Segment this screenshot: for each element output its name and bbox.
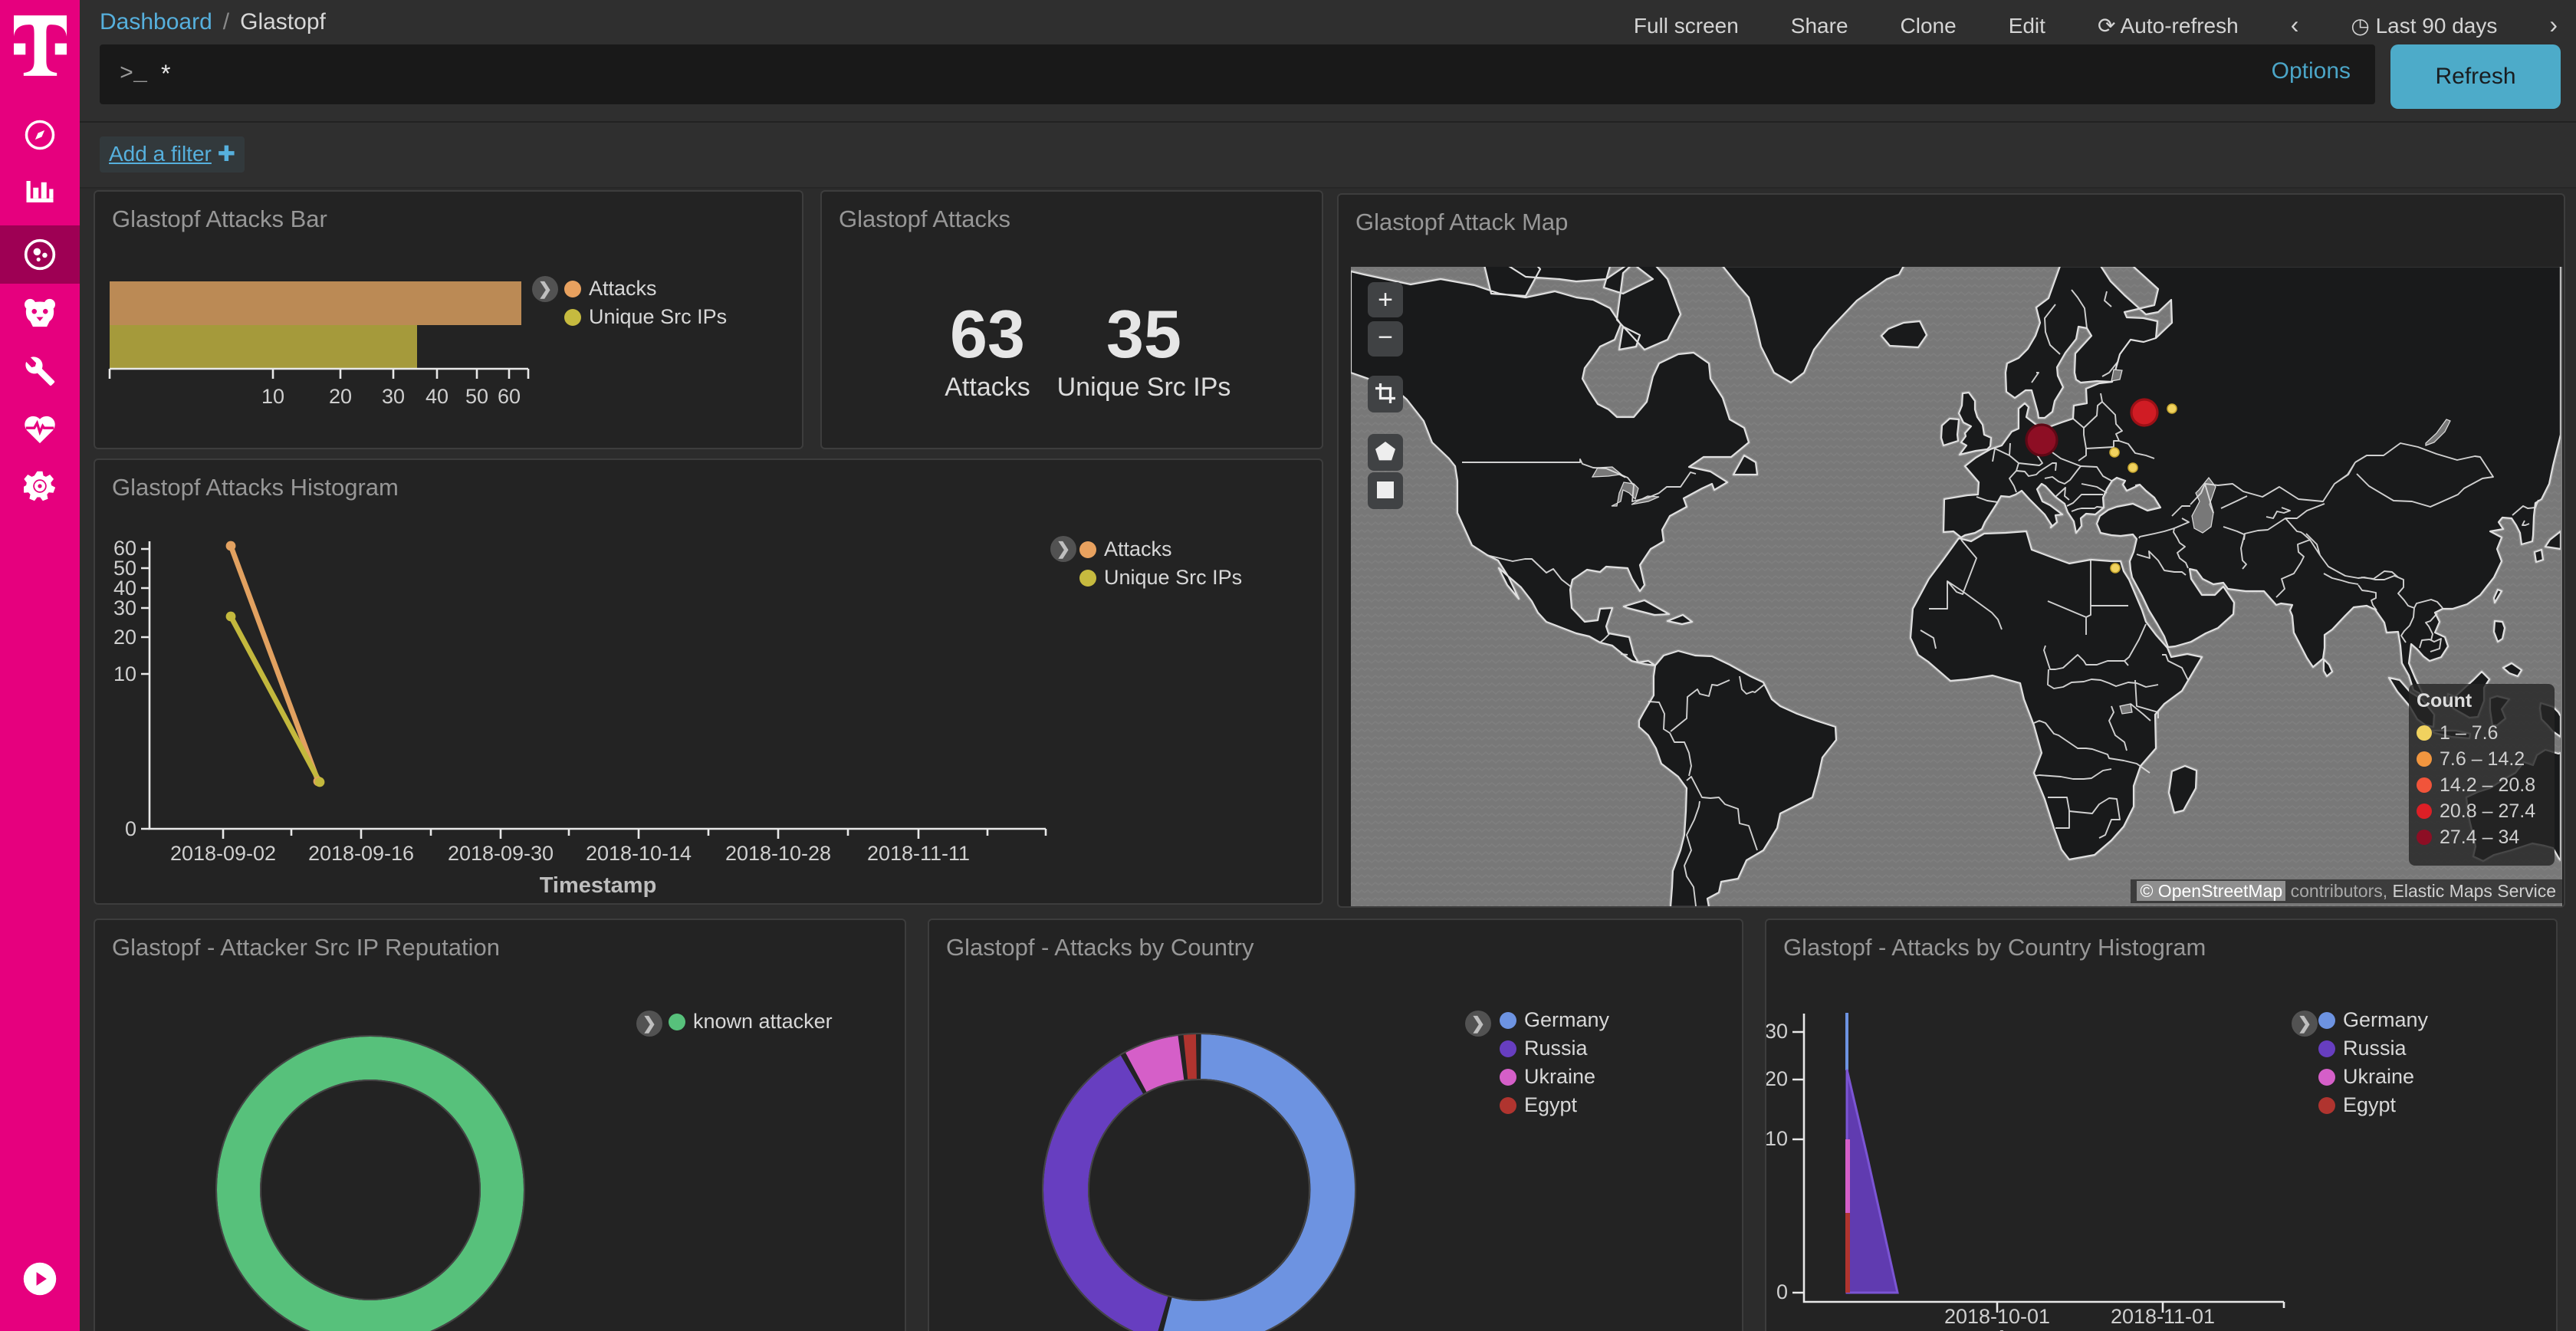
svg-text:30: 30 [1766, 1020, 1788, 1043]
svg-text:40: 40 [426, 385, 449, 408]
svg-text:0: 0 [125, 817, 136, 840]
svg-text:10: 10 [261, 385, 284, 408]
svg-text:30: 30 [113, 596, 136, 619]
svg-text:2018-09-16: 2018-09-16 [308, 842, 414, 865]
svg-text:20: 20 [113, 626, 136, 649]
svg-text:20: 20 [1766, 1067, 1788, 1090]
svg-text:10: 10 [1766, 1127, 1788, 1150]
svg-text:0: 0 [1776, 1280, 1788, 1303]
svg-text:2018-09-02: 2018-09-02 [170, 842, 276, 865]
svg-text:50: 50 [465, 385, 488, 408]
svg-text:60: 60 [498, 385, 521, 408]
svg-text:10: 10 [113, 662, 136, 685]
svg-text:2018-10-28: 2018-10-28 [725, 842, 831, 865]
svg-text:2018-11-11: 2018-11-11 [867, 842, 970, 865]
svg-text:2018-10-14: 2018-10-14 [586, 842, 692, 865]
svg-text:2018-10-01: 2018-10-01 [1944, 1305, 2050, 1328]
svg-text:Timestamp: Timestamp [540, 873, 657, 898]
svg-text:20: 20 [329, 385, 352, 408]
svg-text:30: 30 [382, 385, 405, 408]
svg-text:2018-09-30: 2018-09-30 [448, 842, 554, 865]
svg-text:Timestamp: Timestamp [1986, 1327, 2103, 1331]
svg-text:2018-11-01: 2018-11-01 [2111, 1305, 2215, 1328]
